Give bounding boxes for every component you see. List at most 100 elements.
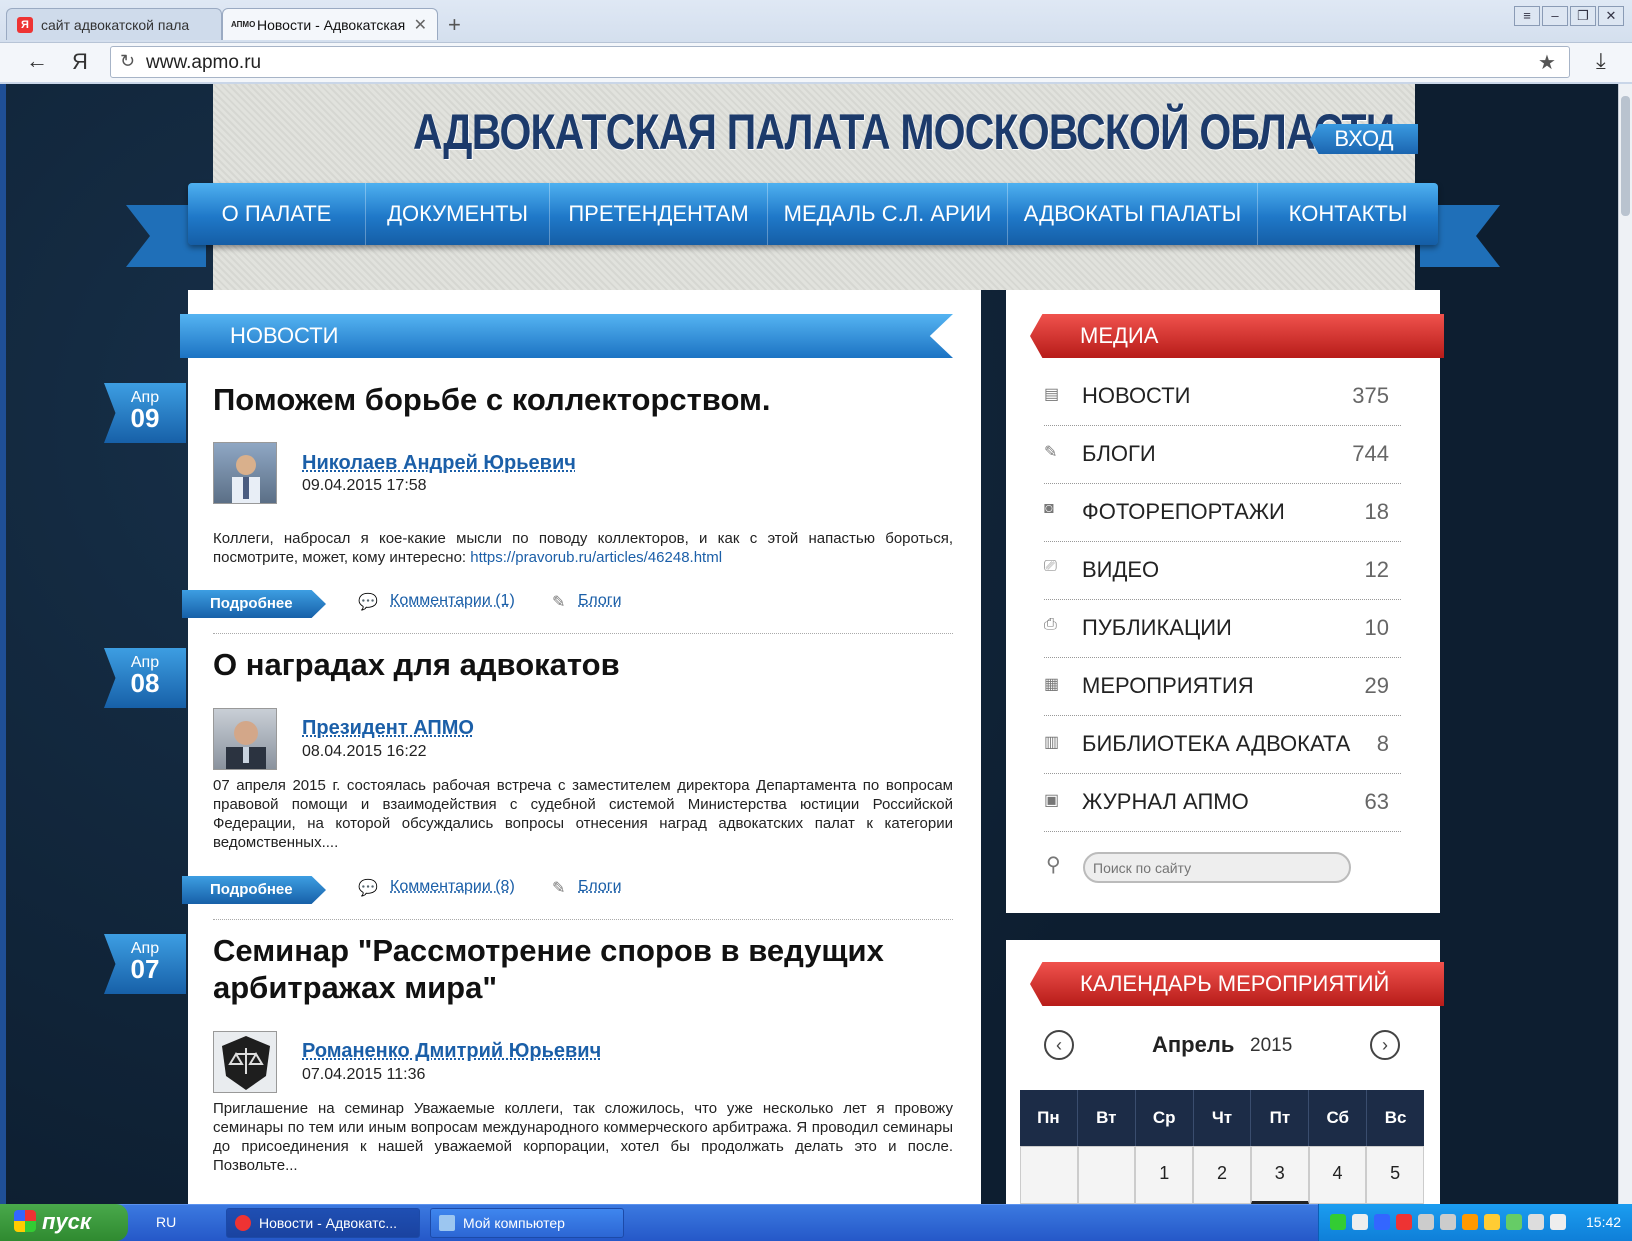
post-datetime: 09.04.2015 17:58: [302, 477, 427, 494]
tray-icon[interactable]: [1396, 1214, 1412, 1230]
minimize-icon[interactable]: –: [1542, 6, 1568, 26]
news-title[interactable]: О наградах для адвокатов: [213, 646, 953, 683]
login-button[interactable]: ВХОД: [1310, 124, 1418, 154]
author-name[interactable]: Президент АПМО: [302, 717, 474, 740]
printer-icon: ⎙: [1044, 616, 1057, 633]
media-item-video[interactable]: ⎚ ВИДЕО 12: [1044, 542, 1401, 600]
calendar-day[interactable]: 1: [1135, 1146, 1194, 1204]
news-excerpt: Приглашение на семинар Уважаемые коллеги…: [213, 1100, 953, 1174]
nav-item-medal[interactable]: МЕДАЛЬ С.Л. АРИИ: [768, 183, 1008, 245]
search-input[interactable]: [1083, 852, 1351, 883]
author-avatar[interactable]: [213, 708, 277, 770]
new-tab-button[interactable]: +: [448, 12, 461, 38]
calendar-heading: КАЛЕНДАРЬ МЕРОПРИЯТИЙ: [1030, 962, 1444, 1006]
author-avatar[interactable]: [213, 442, 277, 504]
blogs-link[interactable]: Блоги: [578, 592, 622, 610]
calendar-day[interactable]: 4: [1308, 1146, 1367, 1204]
calendar-day-empty: [1020, 1146, 1078, 1204]
author-name[interactable]: Николаев Андрей Юрьевич: [302, 452, 576, 475]
nav-item-applicants[interactable]: ПРЕТЕНДЕНТАМ: [550, 183, 768, 245]
tab-label: Новости - Адвокатская: [257, 17, 406, 33]
media-item-label: БИБЛИОТЕКА АДВОКАТА: [1082, 731, 1351, 756]
tray-icon[interactable]: [1374, 1214, 1390, 1230]
media-item-publications[interactable]: ⎙ ПУБЛИКАЦИИ 10: [1044, 600, 1401, 658]
nav-item-contacts[interactable]: КОНТАКТЫ: [1258, 183, 1438, 245]
tray-icon[interactable]: [1440, 1214, 1456, 1230]
post-datetime: 08.04.2015 16:22: [302, 743, 427, 760]
author-name[interactable]: Романенко Дмитрий Юрьевич: [302, 1040, 601, 1063]
lawyer-shield-avatar[interactable]: [213, 1031, 277, 1093]
taskbar-item-label: Новости - Адвокатс...: [259, 1215, 398, 1231]
media-item-library[interactable]: ▥ БИБЛИОТЕКА АДВОКАТА 8: [1044, 716, 1401, 774]
blogs-link[interactable]: Блоги: [578, 878, 622, 896]
more-button[interactable]: Подробнее: [182, 876, 326, 904]
nav-item-documents[interactable]: ДОКУМЕНТЫ: [366, 183, 550, 245]
tray-icon[interactable]: [1550, 1214, 1566, 1230]
media-item-news[interactable]: ▤ НОВОСТИ 375: [1044, 368, 1401, 426]
news-excerpt: Коллеги, набросал я кое-какие мысли по п…: [213, 529, 953, 567]
news-title[interactable]: Поможем борьбе с коллекторством.: [213, 381, 953, 418]
url-text[interactable]: www.apmo.ru: [146, 52, 261, 74]
browser-tab-1[interactable]: Я сайт адвокатской пала: [6, 8, 222, 40]
tray-icon[interactable]: [1352, 1214, 1368, 1230]
tray-icon[interactable]: [1528, 1214, 1544, 1230]
reload-icon[interactable]: ↻: [120, 51, 135, 72]
menu-icon[interactable]: ≡: [1514, 6, 1540, 26]
yandex-logo-icon[interactable]: Я: [72, 49, 88, 75]
comments-link[interactable]: Комментарии (1): [390, 592, 515, 610]
comments-icon: 💬: [358, 594, 378, 611]
media-item-events[interactable]: ▦ МЕРОПРИЯТИЯ 29: [1044, 658, 1401, 716]
calendar-day[interactable]: 5: [1366, 1146, 1425, 1204]
previous-month-icon[interactable]: ‹: [1044, 1030, 1074, 1060]
window-controls: ≡ – ❐ ✕: [1514, 6, 1624, 26]
weekday-sat: Сб: [1309, 1090, 1368, 1146]
back-arrow-icon[interactable]: ←: [26, 48, 48, 74]
tray-icon[interactable]: [1484, 1214, 1500, 1230]
close-window-icon[interactable]: ✕: [1598, 6, 1624, 26]
book-icon: ▣: [1044, 792, 1060, 809]
search-icon[interactable]: ⚲: [1046, 852, 1061, 877]
tray-icon[interactable]: [1462, 1214, 1478, 1230]
post-datetime: 07.04.2015 11:36: [302, 1066, 426, 1083]
more-button[interactable]: Подробнее: [182, 590, 326, 618]
address-bar[interactable]: [110, 46, 1570, 78]
taskbar-item-my-computer[interactable]: Мой компьютер: [430, 1208, 624, 1238]
clock[interactable]: 15:42: [1586, 1214, 1621, 1230]
article-link[interactable]: https://pravorub.ru/articles/46248.html: [470, 549, 722, 566]
tab-label: сайт адвокатской пала: [41, 17, 190, 33]
media-item-photos[interactable]: ◙ ФОТОРЕПОРТАЖИ 18: [1044, 484, 1401, 542]
media-item-count: 744: [1352, 441, 1389, 466]
calendar-day[interactable]: 3: [1250, 1146, 1309, 1204]
media-item-journal[interactable]: ▣ ЖУРНАЛ АПМО 63: [1044, 774, 1401, 832]
comments-link[interactable]: Комментарии (8): [390, 878, 515, 896]
nav-item-about[interactable]: О ПАЛАТЕ: [188, 183, 366, 245]
tray-icon[interactable]: [1330, 1214, 1346, 1230]
media-item-blogs[interactable]: ✎ БЛОГИ 744: [1044, 426, 1401, 484]
books-icon: ▥: [1044, 734, 1060, 751]
nav-item-lawyers[interactable]: АДВОКАТЫ ПАЛАТЫ: [1008, 183, 1258, 245]
maximize-icon[interactable]: ❐: [1570, 6, 1596, 26]
weekday-mon: Пн: [1020, 1090, 1078, 1146]
media-item-label: ПУБЛИКАЦИИ: [1082, 615, 1232, 640]
calendar-day-empty: [1077, 1146, 1136, 1204]
yandex-browser-icon: [235, 1215, 251, 1231]
scrollbar-thumb[interactable]: [1621, 96, 1630, 216]
download-icon[interactable]: ⤓: [1596, 48, 1606, 74]
media-heading: МЕДИА: [1030, 314, 1444, 358]
tray-icon[interactable]: [1418, 1214, 1434, 1230]
close-tab-icon[interactable]: ✕: [414, 15, 427, 35]
next-month-icon[interactable]: ›: [1370, 1030, 1400, 1060]
news-title[interactable]: Семинар "Рассмотрение споров в ведущих а…: [213, 932, 953, 1006]
weekday-wed: Ср: [1136, 1090, 1194, 1146]
news-heading: НОВОСТИ: [180, 314, 953, 358]
scrollbar-track[interactable]: [1618, 84, 1632, 1204]
news-excerpt: 07 апреля 2015 г. состоялась рабочая вст…: [213, 777, 953, 851]
site-title[interactable]: АДВОКАТСКАЯ ПАЛАТА МОСКОВСКОЙ ОБЛАСТИ: [413, 103, 1395, 161]
browser-tab-2-active[interactable]: АПМО Новости - Адвокатская ✕: [222, 8, 438, 40]
date-day: 07: [130, 954, 160, 984]
language-indicator[interactable]: RU: [156, 1214, 176, 1230]
tray-icon[interactable]: [1506, 1214, 1522, 1230]
calendar-day[interactable]: 2: [1193, 1146, 1251, 1204]
taskbar-item-browser[interactable]: Новости - Адвокатс...: [226, 1208, 420, 1238]
bookmark-star-icon[interactable]: ★: [1538, 50, 1556, 75]
